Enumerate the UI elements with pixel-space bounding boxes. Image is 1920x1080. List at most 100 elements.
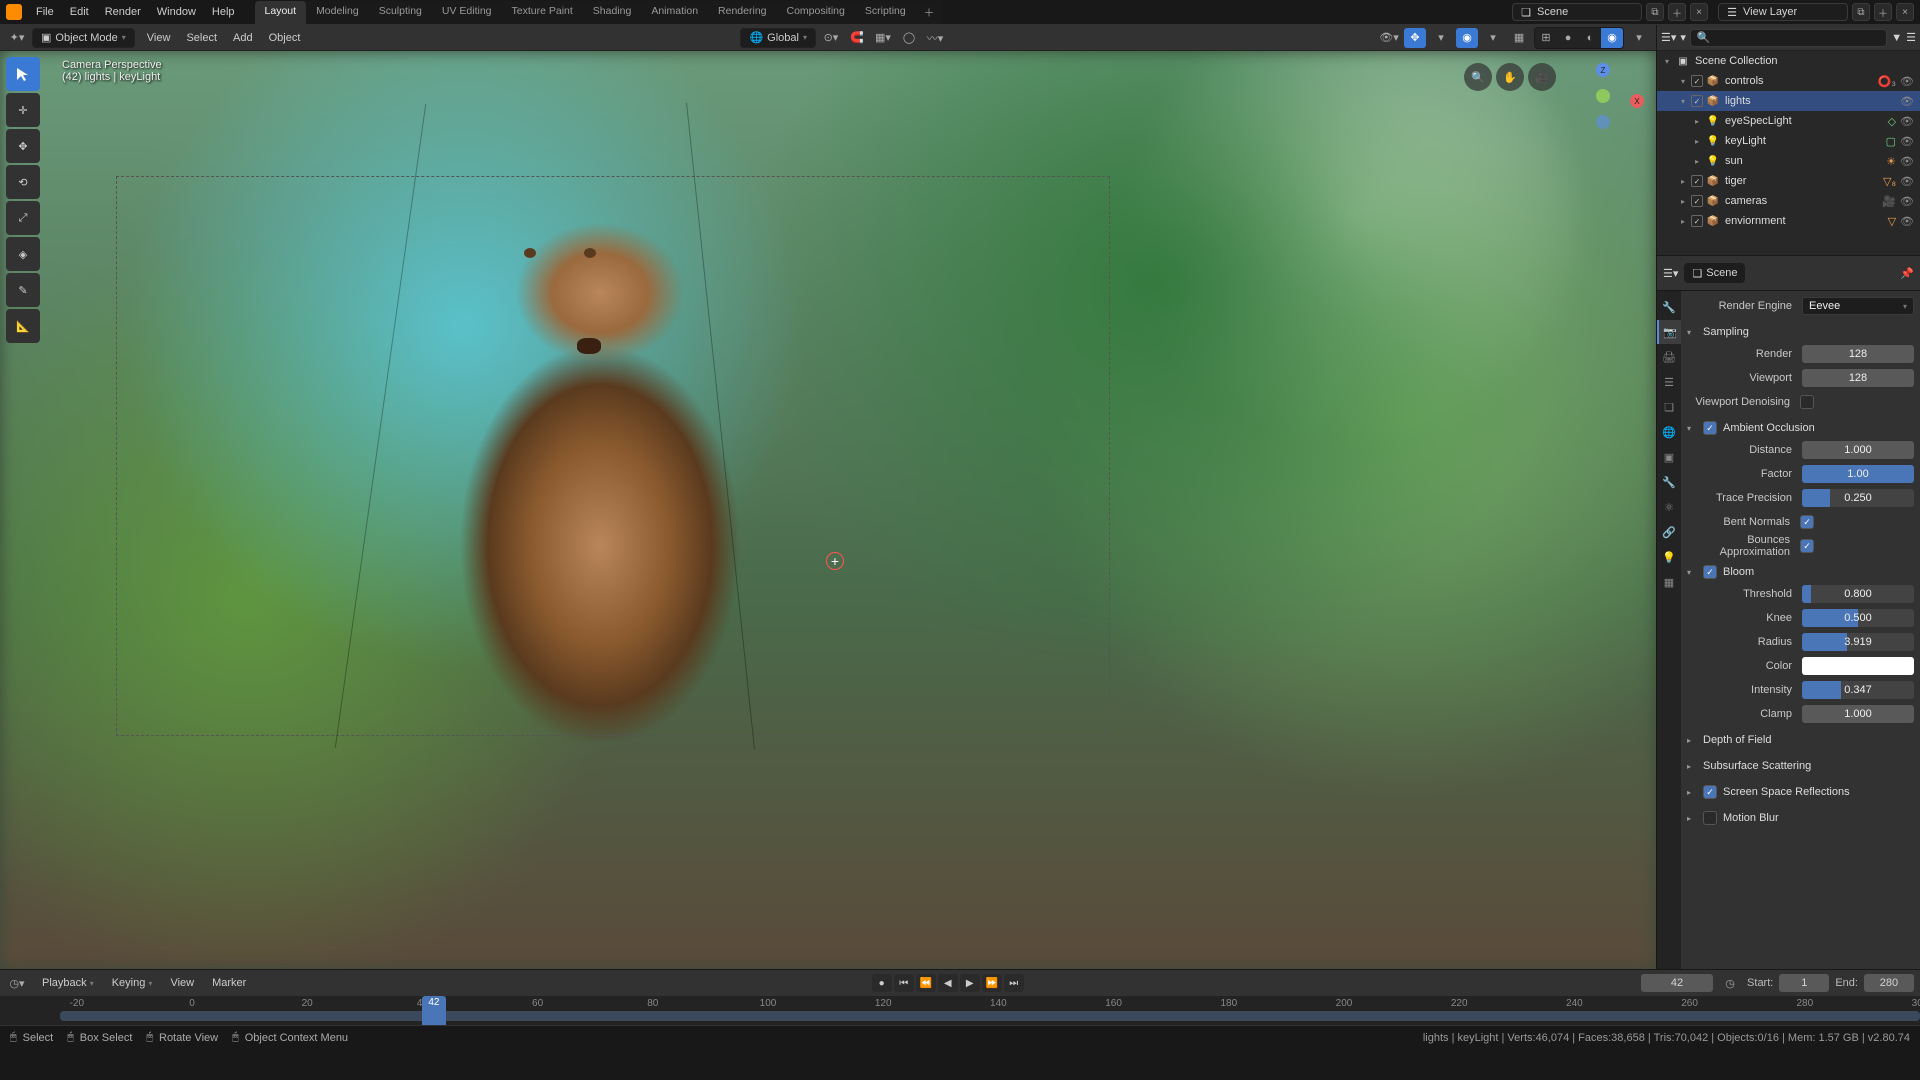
playhead[interactable]: 42 [422, 996, 446, 1025]
transform-tool[interactable]: ◈ [6, 237, 40, 271]
end-frame-field[interactable]: 280 [1864, 974, 1914, 992]
outliner-row-sun[interactable]: ▸💡sun☀👁 [1657, 151, 1920, 171]
visibility-eye-icon[interactable]: 👁 [1900, 215, 1914, 228]
scene-delete-button[interactable]: × [1690, 3, 1708, 21]
render-samples-field[interactable]: 128 [1802, 345, 1914, 363]
jump-next-key-icon[interactable]: ⏩ [982, 974, 1002, 992]
texture-tab-icon[interactable]: ▦ [1657, 570, 1681, 594]
outliner-filter-icon[interactable]: ▼ [1891, 32, 1902, 44]
cursor-tool[interactable]: ✛ [6, 93, 40, 127]
editor-type-icon[interactable]: ✦▾ [6, 28, 28, 48]
render-tab-icon[interactable]: 📷 [1657, 320, 1681, 344]
bloom-knee-slider[interactable]: 0.500 [1802, 609, 1914, 627]
constraint-tab-icon[interactable]: 🔗 [1657, 520, 1681, 544]
bounce-approx-checkbox[interactable] [1800, 539, 1814, 553]
move-tool[interactable]: ✥ [6, 129, 40, 163]
workspace-tab-uv-editing[interactable]: UV Editing [432, 1, 502, 24]
output-tab-icon[interactable]: 🖨 [1657, 345, 1681, 369]
jump-prev-key-icon[interactable]: ⏪ [916, 974, 936, 992]
outliner-editor-icon[interactable]: ☰▾ [1661, 31, 1676, 44]
panel-screen-space-reflections[interactable]: ▸Screen Space Reflections [1687, 781, 1914, 803]
outliner-search[interactable]: 🔍 [1690, 29, 1887, 47]
workspace-tab-shading[interactable]: Shading [583, 1, 642, 24]
world-tab-icon[interactable]: 🌐 [1657, 420, 1681, 444]
outliner-row-controls[interactable]: ▾📦controls⭕₃👁 [1657, 71, 1920, 91]
workspace-tab-modeling[interactable]: Modeling [306, 1, 369, 24]
viewlayer-delete-button[interactable]: × [1896, 3, 1914, 21]
outliner-new-collection-icon[interactable]: ☰ [1906, 31, 1916, 44]
timeline-ruler[interactable]: -200204060801001201401601802002202402602… [0, 996, 1920, 1025]
timeline-menu-playback[interactable]: Playback ▾ [34, 974, 102, 992]
measure-tool[interactable]: 📐 [6, 309, 40, 343]
autokey-icon[interactable]: ● [872, 974, 892, 992]
outliner-row-cameras[interactable]: ▸📦cameras🎥👁 [1657, 191, 1920, 211]
overlay-toggle-icon[interactable]: ◉ [1456, 28, 1478, 48]
proportional-mode-icon[interactable]: 〰▾ [924, 28, 946, 48]
preview-range-icon[interactable]: ◷ [1719, 973, 1741, 993]
zoom-viewport-icon[interactable]: 🔍 [1464, 63, 1492, 91]
lookdev-shading-icon[interactable]: ◐ [1579, 28, 1601, 48]
annotate-tool[interactable]: ✎ [6, 273, 40, 307]
jump-end-icon[interactable]: ⏭ [1004, 974, 1024, 992]
viewport-denoise-checkbox[interactable] [1800, 395, 1814, 409]
shading-dd-icon[interactable]: ▾ [1628, 28, 1650, 48]
workspace-tab-animation[interactable]: Animation [641, 1, 708, 24]
panel-motion-blur[interactable]: ▸Motion Blur [1687, 807, 1914, 829]
outliner-row-lights[interactable]: ▾📦lights👁 [1657, 91, 1920, 111]
pan-viewport-icon[interactable]: ✋ [1496, 63, 1524, 91]
menu-window[interactable]: Window [149, 3, 204, 21]
outliner-row-enviornment[interactable]: ▸📦enviornment▽👁 [1657, 211, 1920, 231]
visibility-eye-icon[interactable]: 👁 [1900, 175, 1914, 188]
solid-shading-icon[interactable]: ● [1557, 28, 1579, 48]
ao-distance-field[interactable]: 1.000 [1802, 441, 1914, 459]
pin-icon[interactable]: 📌 [1900, 267, 1914, 280]
play-icon[interactable]: ▶ [960, 974, 980, 992]
bloom-clamp-field[interactable]: 1.000 [1802, 705, 1914, 723]
physics-tab-icon[interactable]: ⚛ [1657, 495, 1681, 519]
outliner-display-icon[interactable]: ▾ [1680, 31, 1686, 44]
datapath-crumb[interactable]: ❏ Scene [1684, 263, 1745, 283]
bent-normals-checkbox[interactable] [1800, 515, 1814, 529]
viewlayer-new-button[interactable]: ＋ [1874, 3, 1892, 21]
scale-tool[interactable]: ⤢ [6, 201, 40, 235]
ao-enable-checkbox[interactable] [1703, 421, 1717, 435]
bloom-intensity-slider[interactable]: 0.347 [1802, 681, 1914, 699]
camera-view-icon[interactable]: 🎥 [1528, 63, 1556, 91]
visibility-eye-icon[interactable]: 👁 [1900, 75, 1914, 88]
rendered-shading-icon[interactable]: ◉ [1601, 28, 1623, 48]
object-tab-icon[interactable]: ▣ [1657, 445, 1681, 469]
pivot-icon[interactable]: ⊙▾ [820, 28, 842, 48]
proportional-toggle-icon[interactable]: ◯ [898, 28, 920, 48]
xray-toggle-icon[interactable]: ▦ [1508, 28, 1530, 48]
scene-collection-row[interactable]: ▾ ▣ Scene Collection [1657, 51, 1920, 71]
rotate-tool[interactable]: ⟲ [6, 165, 40, 199]
viewport-menu-view[interactable]: View [139, 29, 179, 47]
menu-render[interactable]: Render [97, 3, 149, 21]
orientation-selector[interactable]: 🌐 Global ▾ [740, 28, 816, 48]
snap-toggle-icon[interactable]: 🧲 [846, 28, 868, 48]
ao-panel-header[interactable]: ▾Ambient Occlusion [1687, 417, 1914, 439]
timeline-menu-view[interactable]: View [162, 974, 202, 992]
bloom-panel-header[interactable]: ▾Bloom [1687, 561, 1914, 583]
visibility-eye-icon[interactable]: 👁 [1900, 195, 1914, 208]
neg-axis-icon[interactable] [1596, 115, 1610, 129]
menu-file[interactable]: File [28, 3, 62, 21]
modifier-tab-icon[interactable]: 🔧 [1657, 470, 1681, 494]
jump-start-icon[interactable]: ⏮ [894, 974, 914, 992]
scene-browse-button[interactable]: ⧉ [1646, 3, 1664, 21]
scene-tab-icon[interactable]: ❏ [1657, 395, 1681, 419]
viewlayer-selector[interactable]: ☰ View Layer [1718, 3, 1848, 21]
workspace-tab-sculpting[interactable]: Sculpting [369, 1, 432, 24]
props-editor-icon[interactable]: ☰▾ [1663, 267, 1678, 280]
workspace-tab-texture-paint[interactable]: Texture Paint [502, 1, 583, 24]
gizmo-dd-icon[interactable]: ▾ [1430, 28, 1452, 48]
timeline-menu-marker[interactable]: Marker [204, 974, 254, 992]
outliner-row-keyLight[interactable]: ▸💡keyLight▢👁 [1657, 131, 1920, 151]
timeline-editor-icon[interactable]: ◷▾ [6, 973, 28, 993]
start-frame-field[interactable]: 1 [1779, 974, 1829, 992]
bloom-threshold-slider[interactable]: 0.800 [1802, 585, 1914, 603]
timeline-menu-keying[interactable]: Keying ▾ [104, 974, 161, 992]
ao-trace-slider[interactable]: 0.250 [1802, 489, 1914, 507]
viewport-samples-field[interactable]: 128 [1802, 369, 1914, 387]
add-workspace-button[interactable]: ＋ [916, 1, 943, 24]
